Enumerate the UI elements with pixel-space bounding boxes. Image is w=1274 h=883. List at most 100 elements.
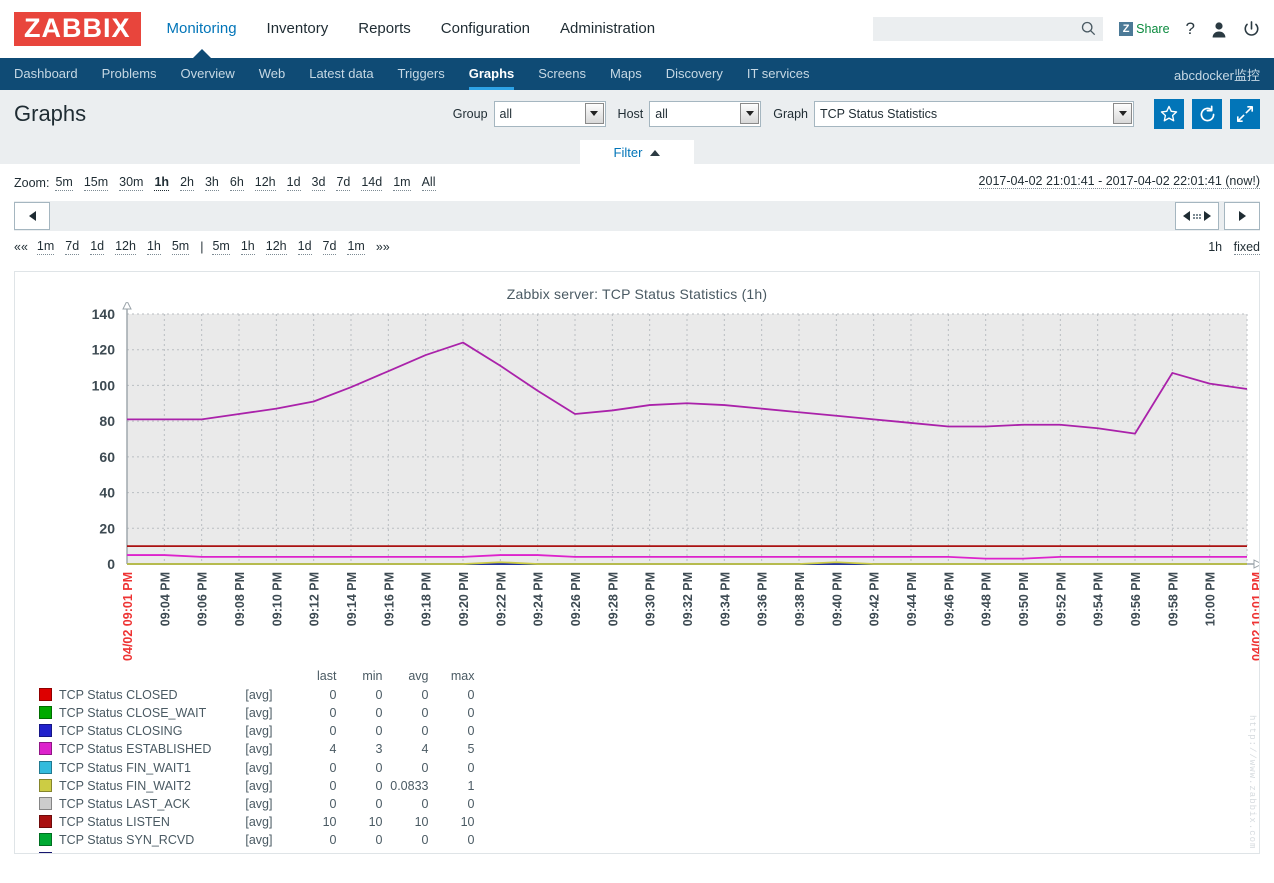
subnav-item-triggers[interactable]: Triggers: [398, 58, 445, 90]
jump-fwd-1m[interactable]: 1m: [347, 239, 365, 255]
zabbix-watermark: http://www.zabbix.com: [1247, 714, 1257, 849]
subnav-item-overview[interactable]: Overview: [181, 58, 235, 90]
time-range-display[interactable]: 2017-04-02 21:01:41 - 2017-04-02 22:01:4…: [978, 174, 1260, 189]
legend-value-min: 0: [340, 851, 386, 853]
jump-fwd-12h[interactable]: 12h: [265, 239, 287, 255]
zoom-link-3d[interactable]: 3d: [311, 175, 326, 191]
legend-value-max: 0: [467, 760, 475, 775]
main-menu-item-administration[interactable]: Administration: [560, 0, 655, 58]
subnav-item-maps[interactable]: Maps: [610, 58, 642, 90]
group-select[interactable]: all: [493, 101, 606, 127]
subnav-item-web[interactable]: Web: [259, 58, 286, 90]
zoom-link-3h[interactable]: 3h: [204, 175, 219, 191]
main-menu-item-reports[interactable]: Reports: [358, 0, 411, 58]
subnav-item-it-services[interactable]: IT services: [747, 58, 810, 90]
chart-area[interactable]: 0 20 40 60 80 100 120 140 04/02 09:01 PM 09:04 PM…: [15, 299, 1259, 702]
add-to-favourites-button[interactable]: [1154, 99, 1184, 129]
jump-last-link[interactable]: »»: [376, 240, 390, 254]
zoom-link-14d[interactable]: 14d: [361, 175, 383, 191]
svg-text:09:16 PM: 09:16 PM: [382, 572, 396, 626]
header-actions: Z Share ?: [873, 0, 1260, 58]
share-button[interactable]: Z Share: [1119, 22, 1170, 36]
svg-text:09:34 PM: 09:34 PM: [718, 572, 732, 626]
time-scroll-bar[interactable]: [14, 201, 1260, 231]
top-header: ZABBIX Monitoring Inventory Reports Conf…: [0, 0, 1274, 58]
filter-tab[interactable]: Filter: [579, 140, 695, 164]
jump-fwd-1d[interactable]: 1d: [297, 239, 312, 255]
main-menu-item-configuration[interactable]: Configuration: [441, 0, 530, 58]
subnav-item-dashboard[interactable]: Dashboard: [14, 58, 78, 90]
filter-tab-bar: Filter: [0, 138, 1274, 164]
jump-back-7d[interactable]: 7d: [65, 239, 80, 255]
user-profile-button[interactable]: [1211, 21, 1227, 38]
logout-button[interactable]: [1243, 20, 1260, 38]
legend-aggregation: [avg]: [245, 778, 273, 793]
legend-series-name: TCP Status FIN_WAIT1: [59, 760, 191, 775]
zoom-link-1m[interactable]: 1m: [393, 175, 411, 191]
zoom-link-30m[interactable]: 30m: [119, 175, 144, 191]
subnav-item-problems[interactable]: Problems: [102, 58, 157, 90]
fullscreen-button[interactable]: [1230, 99, 1260, 129]
legend-color-swatch: [39, 832, 52, 850]
zoom-link-7d[interactable]: 7d: [336, 175, 351, 191]
zoom-link-1h[interactable]: 1h: [154, 175, 170, 191]
subnav-item-graphs[interactable]: Graphs: [468, 58, 514, 90]
jump-fwd-7d[interactable]: 7d: [322, 239, 337, 255]
zoom-link-5m[interactable]: 5m: [55, 175, 73, 191]
legend-value-last: 0: [329, 760, 337, 775]
search-box[interactable]: [873, 17, 1104, 41]
jump-back-1h[interactable]: 1h: [146, 239, 161, 255]
legend-row: TCP Status SYN_RCVD [avg] 0 0 0 0: [39, 832, 478, 850]
svg-text:09:18 PM: 09:18 PM: [420, 572, 434, 626]
legend-color-swatch: [39, 814, 52, 832]
legend-value-avg: 4: [421, 742, 429, 757]
zoom-link-all[interactable]: All: [421, 175, 436, 191]
svg-text:09:06 PM: 09:06 PM: [196, 572, 210, 626]
legend-value-max: 0: [467, 833, 475, 848]
graph-title: Zabbix server: TCP Status Statistics (1h…: [506, 286, 768, 302]
svg-text:09:36 PM: 09:36 PM: [756, 572, 770, 626]
zoom-link-2h[interactable]: 2h: [180, 175, 194, 191]
scroll-left-button[interactable]: [14, 202, 50, 230]
jump-fwd-5m[interactable]: 5m: [212, 239, 230, 255]
main-menu-item-inventory[interactable]: Inventory: [267, 0, 329, 58]
zoom-link-6h[interactable]: 6h: [229, 175, 244, 191]
jump-fwd-1h[interactable]: 1h: [240, 239, 255, 255]
refresh-button[interactable]: [1192, 99, 1222, 129]
legend-aggregation: [avg]: [245, 687, 273, 702]
svg-text:20: 20: [99, 520, 115, 536]
main-menu-item-monitoring[interactable]: Monitoring: [167, 0, 237, 58]
svg-text:100: 100: [92, 377, 116, 393]
jump-back-1m[interactable]: 1m: [36, 239, 55, 255]
svg-text:09:58 PM: 09:58 PM: [1166, 572, 1180, 626]
zoom-row: Zoom: 5m 15m 30m 1h 2h 3h 6h 12h 1d 3d 7…: [14, 172, 1260, 194]
subnav-item-discovery[interactable]: Discovery: [666, 58, 723, 90]
jump-back-1d[interactable]: 1d: [90, 239, 105, 255]
zoom-link-15m[interactable]: 15m: [83, 175, 109, 191]
svg-text:09:48 PM: 09:48 PM: [980, 572, 994, 626]
user-icon: [1212, 21, 1226, 37]
subnav-item-screens[interactable]: Screens: [538, 58, 586, 90]
legend-series-name: TCP Status ESTABLISHED: [59, 742, 212, 757]
time-drag-handle[interactable]: [1175, 202, 1219, 230]
chevron-up-icon: [650, 149, 661, 156]
svg-text:09:50 PM: 09:50 PM: [1017, 572, 1031, 626]
subnav-item-latest-data[interactable]: Latest data: [309, 58, 373, 90]
share-label: Share: [1136, 22, 1170, 36]
help-button[interactable]: ?: [1186, 19, 1195, 39]
jump-back-12h[interactable]: 12h: [115, 239, 136, 255]
host-select[interactable]: all: [649, 101, 762, 127]
legend-color-swatch: [39, 741, 52, 759]
zoom-link-12h[interactable]: 12h: [254, 175, 276, 191]
fixed-toggle-link[interactable]: fixed: [1233, 240, 1260, 255]
zoom-link-1d[interactable]: 1d: [286, 175, 301, 191]
search-icon: [1081, 21, 1096, 39]
search-input[interactable]: [873, 17, 1104, 41]
tcp-status-line-chart[interactable]: 0 20 40 60 80 100 120 140 04/02 09:01 PM 09:04 PM…: [15, 299, 1259, 692]
graph-select[interactable]: TCP Status Statistics: [814, 101, 1134, 127]
legend-header-row: last min avg max: [39, 668, 478, 687]
jump-back-5m[interactable]: 5m: [171, 239, 190, 255]
legend-value-min: 10: [368, 815, 383, 830]
jump-first-link[interactable]: ««: [14, 240, 28, 254]
scroll-right-button[interactable]: [1224, 202, 1260, 230]
